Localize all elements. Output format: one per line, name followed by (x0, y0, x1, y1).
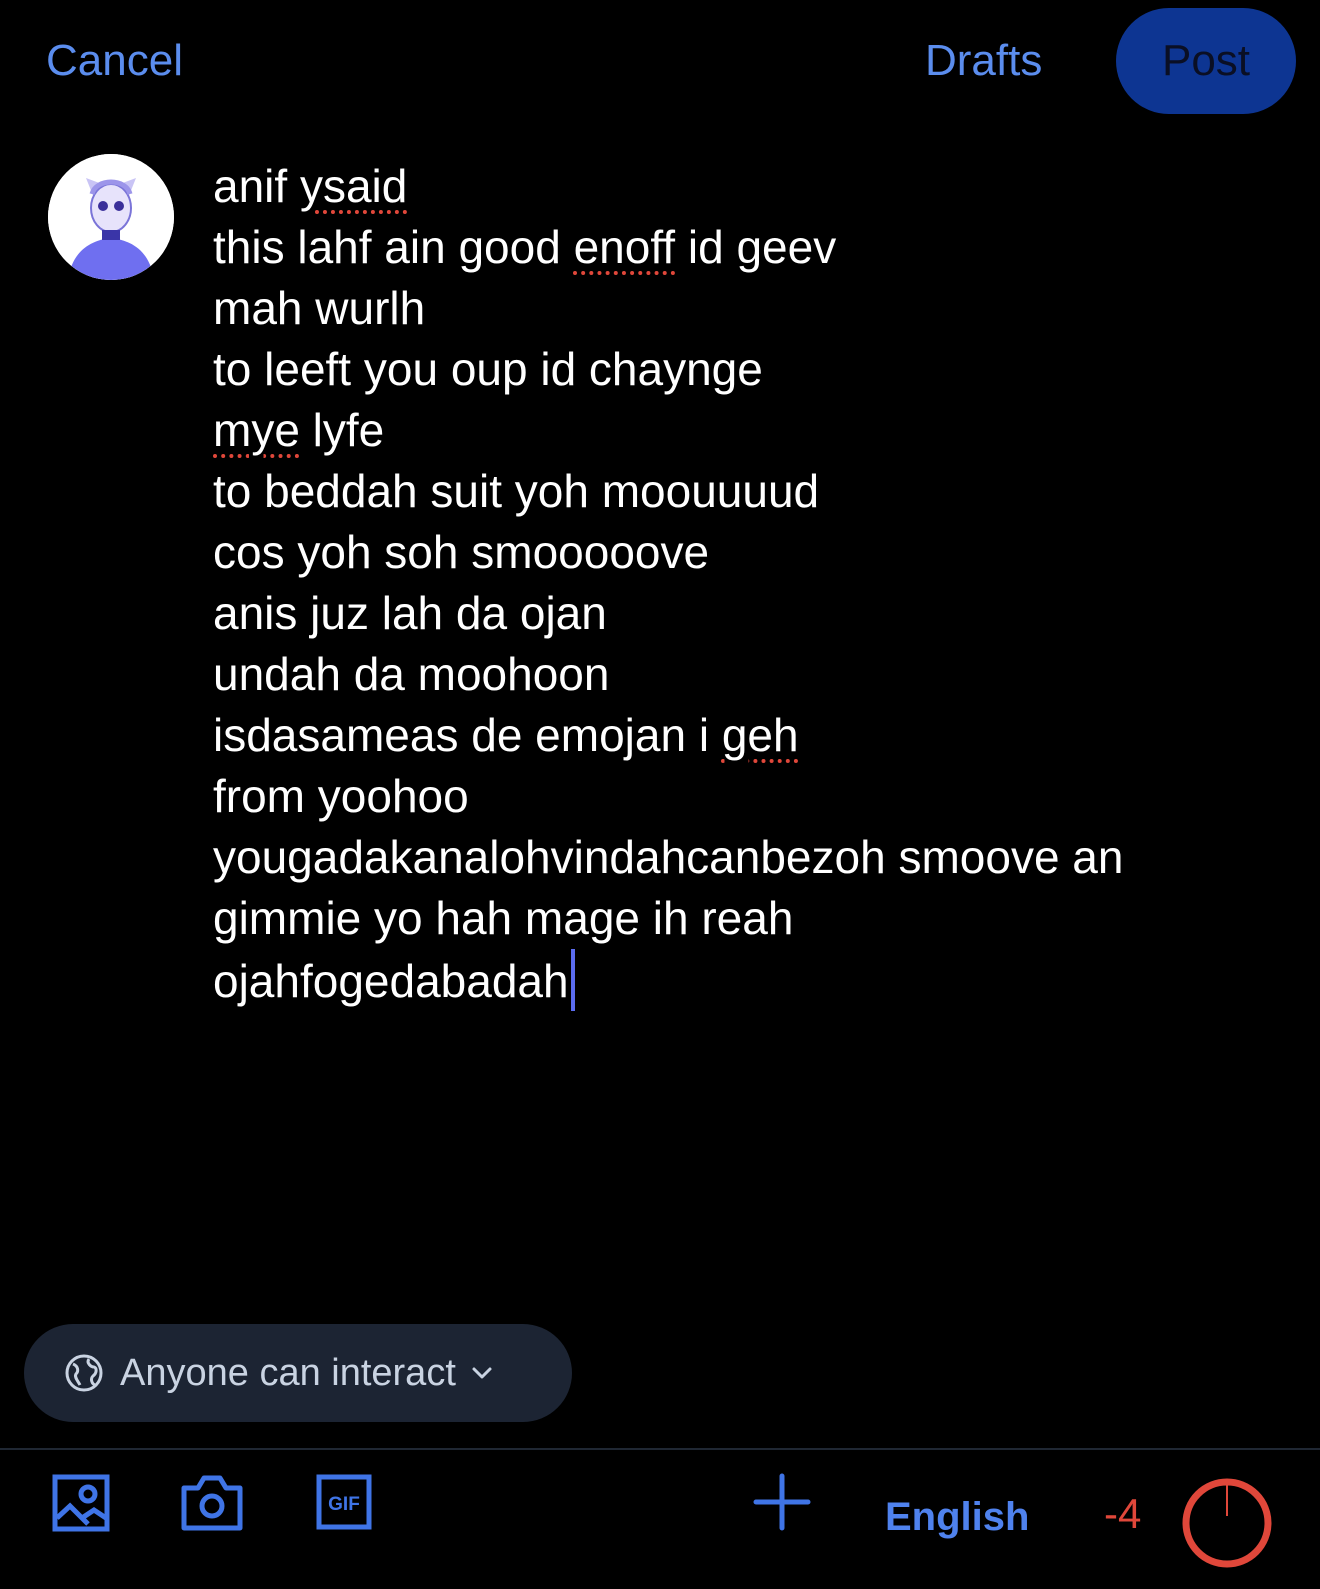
misspelled-word: geh (721, 709, 799, 761)
language-selector[interactable]: English (885, 1495, 1029, 1540)
avatar[interactable] (48, 154, 174, 280)
post-button[interactable]: Post (1116, 8, 1296, 114)
camera-icon[interactable] (180, 1472, 244, 1532)
gif-label: GIF (328, 1494, 360, 1515)
text-segment: this lahf ain good (213, 221, 574, 273)
text-caret (570, 949, 575, 1011)
text-segment: from yoohoo (213, 770, 469, 822)
text-line: anif ysaid (213, 156, 1293, 217)
drafts-button[interactable]: Drafts (925, 36, 1042, 86)
text-segment: anif (213, 160, 300, 212)
text-segment: gimmie yo hah mage ih reah (213, 892, 794, 944)
text-line: anis juz lah da ojan (213, 583, 1293, 644)
text-segment: lyfe (299, 404, 385, 456)
globe-icon (65, 1354, 103, 1392)
text-segment: ojahfogedabadah (213, 955, 569, 1007)
avatar-image (48, 154, 174, 280)
misspelled-word: enoff (573, 221, 676, 273)
composer-header: Cancel Drafts Post (0, 0, 1320, 124)
text-line: cos yoh soh smooooove (213, 522, 1293, 583)
misspelled-word: ysaid (299, 160, 408, 212)
text-segment: isdasameas de emojan i (213, 709, 722, 761)
text-line: yougadakanalohvindahcanbezoh smoove an (213, 827, 1293, 888)
text-line: gimmie yo hah mage ih reah (213, 888, 1293, 949)
text-segment: to beddah suit yoh moouuuud (213, 465, 820, 517)
text-line: from yoohoo (213, 766, 1293, 827)
gif-icon[interactable]: GIF (316, 1474, 372, 1530)
text-line: to leeft you oup id chaynge (213, 339, 1293, 400)
character-counter: -4 (1104, 1490, 1142, 1537)
text-segment: undah da moohoon (213, 648, 610, 700)
composer-toolbar: GIF English -4 (0, 1450, 1320, 1589)
text-line: isdasameas de emojan i geh (213, 705, 1293, 766)
text-line: mah wurlh (213, 278, 1293, 339)
text-line: mye lyfe (213, 400, 1293, 461)
text-segment: mah wurlh (213, 282, 426, 334)
misspelled-word: mye (213, 404, 300, 456)
character-limit-ring (1182, 1478, 1272, 1568)
audience-label: Anyone can interact (120, 1351, 456, 1394)
audience-selector[interactable]: Anyone can interact (24, 1324, 572, 1422)
text-line: to beddah suit yoh moouuuud (213, 461, 1293, 522)
text-segment: cos yoh soh smooooove (213, 526, 710, 578)
image-icon[interactable] (52, 1474, 110, 1532)
chevron-down-icon (472, 1367, 492, 1379)
text-segment: id geev (675, 221, 837, 273)
text-line: this lahf ain good enoff id geev (213, 217, 1293, 278)
plus-icon[interactable] (752, 1472, 812, 1532)
text-segment: yougadakanalohvindahcanbezoh smoove an (213, 831, 1124, 883)
text-segment: to leeft you oup id chaynge (213, 343, 763, 395)
text-line: undah da moohoon (213, 644, 1293, 705)
text-segment: anis juz lah da ojan (213, 587, 607, 639)
post-text-editor[interactable]: anif ysaid this lahf ain good enoff id ge… (213, 156, 1293, 1011)
text-line: ojahfogedabadah (213, 949, 1293, 1011)
cancel-button[interactable]: Cancel (46, 36, 183, 86)
